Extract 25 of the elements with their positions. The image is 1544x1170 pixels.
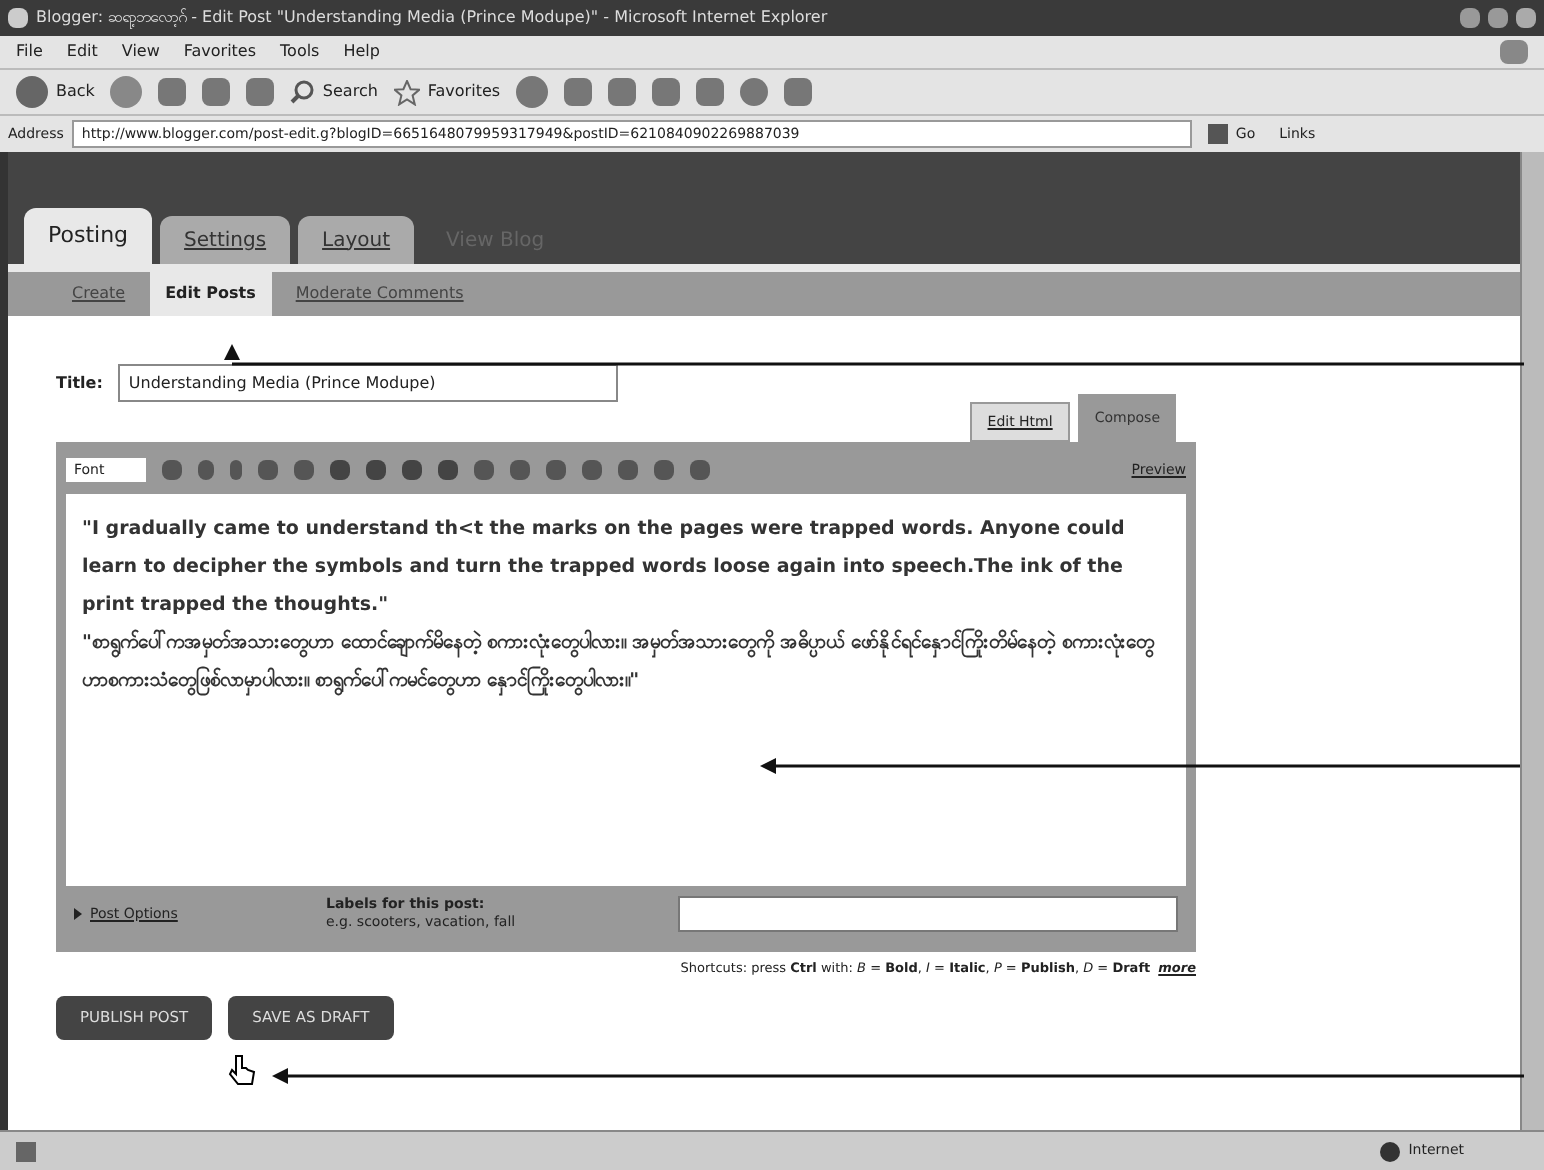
menu-item[interactable]: File bbox=[16, 40, 43, 64]
window-title: Blogger: ဆရာ့ဘလော့ဂ် - Edit Post "Understanding Media (Prince Modupe)" - Microsoft Internet Explorer bbox=[36, 6, 828, 30]
tab[interactable]: Layout bbox=[298, 216, 415, 264]
search-icon bbox=[290, 80, 315, 104]
expand-triangle-icon bbox=[74, 908, 82, 920]
pointer-cursor-icon bbox=[228, 1054, 256, 1086]
tab[interactable]: Posting bbox=[24, 208, 153, 264]
title-label: Title: bbox=[56, 371, 103, 395]
tab[interactable]: Settings bbox=[160, 216, 291, 264]
post-body-editor[interactable] bbox=[66, 494, 1186, 886]
menu-item[interactable]: Tools bbox=[280, 40, 320, 64]
search-button[interactable]: Search bbox=[290, 80, 378, 104]
post-paragraph: "စာရွက်ပေါ်ကအမှတ်အသားတွေဟာ ထောင်ချောက်မိနေတဲ့ စကားလုံးတွေပါလား။ အမှတ်အသားတွေကို အဓိပ္ပာယ် ဖော်နိုင်ရင်နှောင်ကြိုးတိမ်နေတဲ့ စကားလုံးတွေဟာစကားသံတွေဖြစ်လာမှာပါလား။ စာရွက်ပေါ်ကမင်တွေဟာ နှောင်ကြိုးတွေပါလား။" bbox=[82, 626, 1157, 700]
favorites-button[interactable]: Favorites bbox=[393, 79, 501, 105]
title-field[interactable]: Understanding Media (Prince Modupe) bbox=[118, 364, 619, 402]
labels-field[interactable] bbox=[678, 896, 1178, 932]
post-paragraph: "I gradually came to understand th<t the marks on the pages were trapped words. Anyone could learn to decipher the symbols and turn the trapped words loose again into speech.The ink of the print trapped the thoughts." bbox=[82, 516, 1127, 620]
star-icon bbox=[393, 79, 420, 105]
scrollbar[interactable] bbox=[1520, 152, 1544, 1130]
menu-item[interactable]: Help bbox=[343, 40, 380, 64]
menu-item[interactable]: Edit bbox=[66, 40, 98, 64]
menu-item[interactable]: View bbox=[121, 40, 160, 64]
back-button[interactable]: Back bbox=[16, 76, 95, 108]
menu-item[interactable]: Favorites bbox=[183, 40, 257, 64]
subtab[interactable]: Edit Posts bbox=[149, 272, 272, 316]
